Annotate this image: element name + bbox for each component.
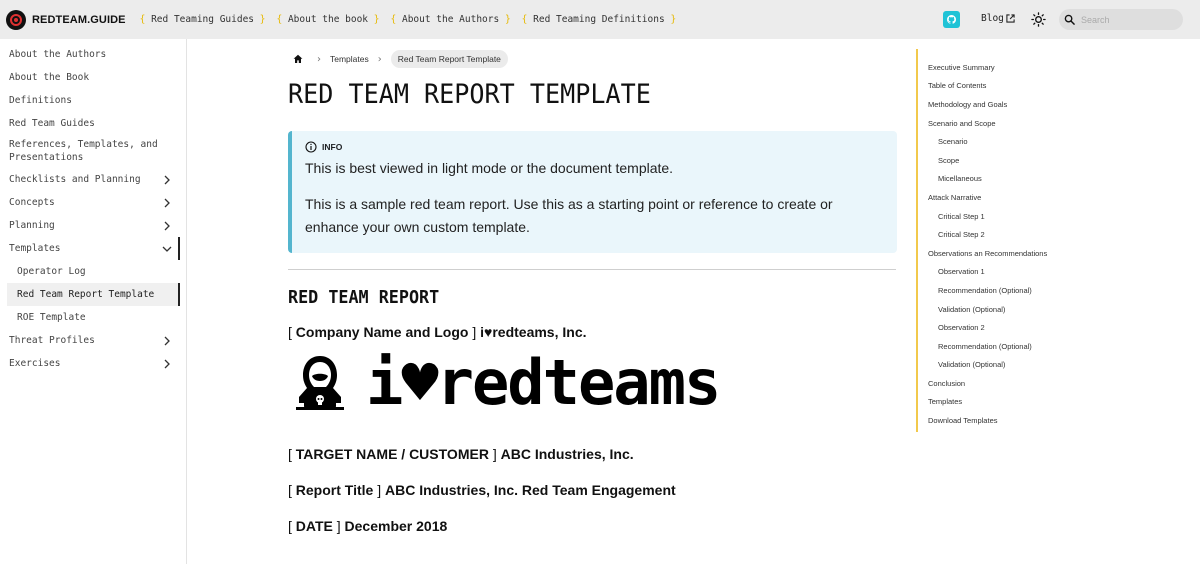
field-target-name: [ TARGET NAME / CUSTOMER ] ABC Industrie… [288, 446, 634, 462]
home-icon [293, 54, 303, 63]
nav-link-about-the-book[interactable]: { About the book } [276, 14, 379, 25]
chevron-right-icon[interactable] [162, 198, 172, 208]
sidebar-item-references[interactable]: References, Templates, and Presentations [0, 135, 186, 168]
sidebar-item-about-the-book[interactable]: About the Book [0, 66, 186, 89]
toc-item[interactable]: Validation (Optional) [918, 300, 1086, 319]
sidebar-item-threat-profiles[interactable]: Threat Profiles [0, 329, 186, 352]
blog-link[interactable]: Blog [981, 13, 1015, 24]
search-icon [1064, 14, 1075, 25]
expanded-marker [178, 237, 180, 260]
toc-item[interactable]: Critical Step 1 [918, 207, 1086, 226]
blog-label: Blog [981, 13, 1004, 24]
breadcrumb-separator: › [377, 53, 382, 65]
sidebar-item-definitions[interactable]: Definitions [0, 89, 186, 112]
toc-item[interactable]: Scenario and Scope [918, 114, 1086, 133]
toc-item[interactable]: Observation 2 [918, 318, 1086, 337]
brand-link[interactable]: REDTEAM.GUIDE [6, 0, 126, 39]
sidebar-item-operator-log[interactable]: Operator Log [0, 260, 186, 283]
info-icon [305, 141, 317, 153]
sidebar-item-roe-template[interactable]: ROE Template [0, 306, 186, 329]
toc-item[interactable]: Observations an Recommendations [918, 244, 1086, 263]
sidebar-item-red-team-report-template[interactable]: Red Team Report Template [7, 283, 180, 306]
toc-item[interactable]: Scope [918, 151, 1086, 170]
sidebar-item-concepts[interactable]: Concepts [0, 191, 186, 214]
github-button[interactable] [943, 11, 960, 28]
hacker-icon [296, 356, 344, 410]
section-title: RED TEAM REPORT [288, 287, 440, 308]
breadcrumb: › Templates › Red Team Report Template [288, 49, 508, 69]
chevron-right-icon[interactable] [162, 359, 172, 369]
breadcrumb-current: Red Team Report Template [390, 50, 508, 68]
toc-item[interactable]: Observation 1 [918, 263, 1086, 282]
external-link-icon [1006, 14, 1015, 23]
field-report-title: [ Report Title ] ABC Industries, Inc. Re… [288, 482, 676, 498]
docs-sidebar: About the Authors About the Book Definit… [0, 39, 187, 564]
search-box[interactable] [1059, 9, 1183, 30]
toc-item[interactable]: Micellaneous [918, 170, 1086, 189]
chevron-right-icon[interactable] [162, 221, 172, 231]
toc-item[interactable]: Attack Narrative [918, 188, 1086, 207]
sidebar-item-exercises[interactable]: Exercises [0, 352, 186, 375]
info-heading: INFO [305, 141, 884, 153]
info-paragraph-1: This is best viewed in light mode or the… [305, 160, 674, 176]
info-paragraph-2: This is a sample red team report. Use th… [305, 196, 833, 235]
search-input[interactable] [1081, 14, 1176, 25]
toc-item[interactable]: Conclusion [918, 374, 1086, 393]
breadcrumb-home[interactable] [288, 54, 308, 64]
page-title: RED TEAM REPORT TEMPLATE [288, 79, 651, 110]
field-company-name: [ Company Name and Logo ] i♥redteams, In… [288, 324, 587, 340]
nav-links: { Red Teaming Guides } { About the book … [140, 14, 688, 25]
field-date: [ DATE ] December 2018 [288, 518, 448, 534]
theme-toggle-button[interactable] [1031, 12, 1046, 27]
active-marker [178, 283, 180, 306]
nav-link-red-teaming-guides[interactable]: { Red Teaming Guides } [140, 14, 266, 25]
logo-text: i♥redteams [366, 346, 721, 419]
sidebar-item-red-team-guides[interactable]: Red Team Guides [0, 112, 186, 135]
brand-name: REDTEAM.GUIDE [32, 13, 126, 26]
chevron-right-icon[interactable] [162, 336, 172, 346]
toc-item[interactable]: Recommendation (Optional) [918, 337, 1086, 356]
github-icon [947, 15, 957, 24]
divider [288, 269, 896, 270]
toc-item[interactable]: Validation (Optional) [918, 356, 1086, 375]
table-of-contents: Executive Summary Table of Contents Meth… [916, 49, 1086, 432]
info-heading-label: INFO [322, 142, 343, 152]
chevron-down-icon[interactable] [162, 244, 172, 254]
breadcrumb-templates[interactable]: Templates [330, 54, 369, 64]
top-navbar: REDTEAM.GUIDE { Red Teaming Guides } { A… [0, 0, 1200, 39]
breadcrumb-separator: › [317, 53, 321, 65]
toc-item[interactable]: Table of Contents [918, 77, 1086, 96]
toc-item[interactable]: Download Templates [918, 411, 1086, 430]
sidebar-item-templates[interactable]: Templates [0, 237, 186, 260]
sidebar-item-planning[interactable]: Planning [0, 214, 186, 237]
toc-item[interactable]: Scenario [918, 132, 1086, 151]
sidebar-item-about-the-authors[interactable]: About the Authors [0, 43, 186, 66]
toc-item[interactable]: Critical Step 2 [918, 225, 1086, 244]
company-logo: i♥redteams [292, 352, 822, 414]
nav-link-red-teaming-definitions[interactable]: { Red Teaming Definitions } [522, 14, 677, 25]
nav-link-about-the-authors[interactable]: { About the Authors } [391, 14, 511, 25]
sun-icon [1031, 12, 1046, 27]
chevron-right-icon[interactable] [162, 175, 172, 185]
sidebar-item-checklists-and-planning[interactable]: Checklists and Planning [0, 168, 186, 191]
toc-item[interactable]: Methodology and Goals [918, 95, 1086, 114]
brand-logo-icon [6, 9, 26, 30]
toc-item[interactable]: Recommendation (Optional) [918, 281, 1086, 300]
toc-item[interactable]: Executive Summary [918, 58, 1086, 77]
info-admonition: INFO This is best viewed in light mode o… [288, 131, 897, 253]
toc-item[interactable]: Templates [918, 393, 1086, 412]
